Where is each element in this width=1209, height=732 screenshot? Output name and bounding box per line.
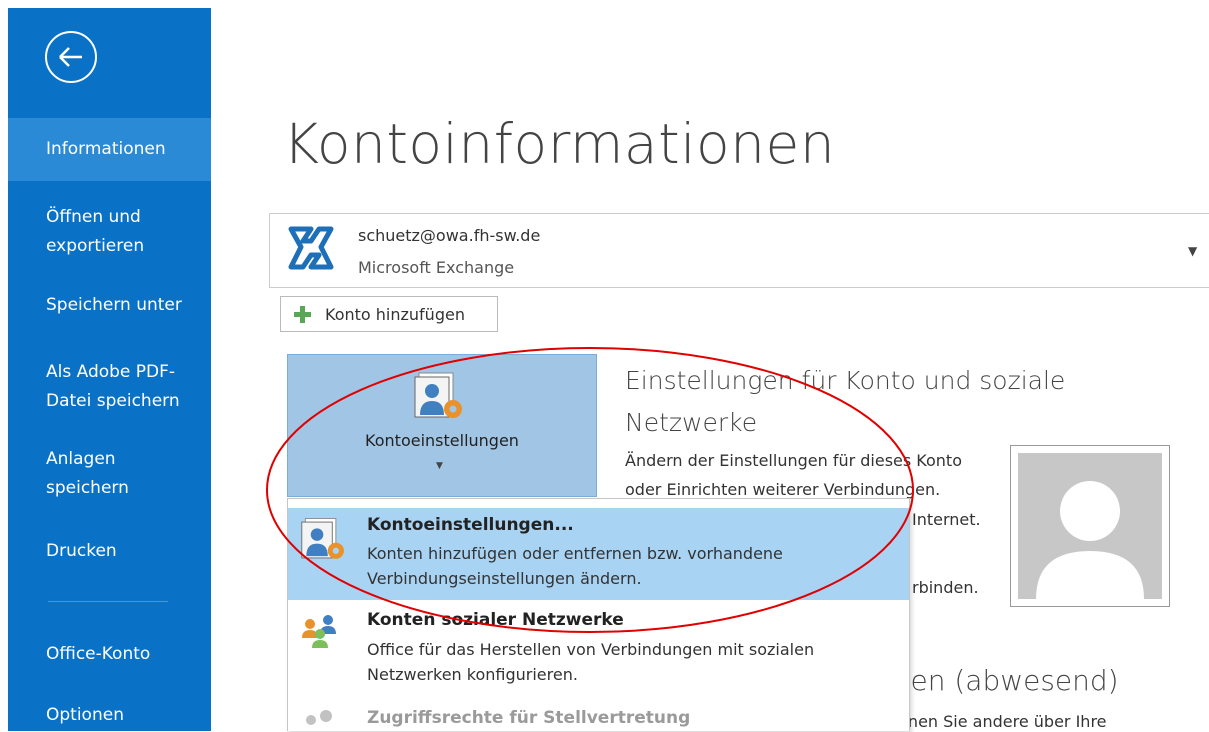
account-settings-menu: Kontoeinstellungen... Konten hinzufügen … xyxy=(287,498,910,731)
chevron-down-icon[interactable]: ▼ xyxy=(1188,244,1197,258)
nav-office-konto[interactable]: Office-Konto xyxy=(8,640,211,669)
section-description: Ändern der Einstellungen für dieses Kont… xyxy=(625,451,962,499)
back-button[interactable] xyxy=(45,31,97,83)
account-settings-button[interactable]: Kontoeinstellungen ▼ xyxy=(287,354,597,497)
nav-label: Informationen xyxy=(46,139,166,159)
nav-divider xyxy=(48,601,168,602)
account-settings-icon xyxy=(414,372,462,418)
menu-item-title: Zugriffsrechte für Stellvertretung xyxy=(367,708,691,728)
section-title: Einstellungen für Konto und soziale Netz… xyxy=(625,366,1066,437)
menu-item-account-settings[interactable]: Kontoeinstellungen... Konten hinzufügen … xyxy=(288,508,909,600)
account-email: schuetz@owa.fh-sw.de xyxy=(358,226,541,245)
account-settings-icon xyxy=(301,518,344,559)
account-selector[interactable]: schuetz@owa.fh-sw.de Microsoft Exchange … xyxy=(269,213,1209,288)
delegate-icon xyxy=(306,710,332,725)
social-network-icon xyxy=(302,615,336,648)
nav-label: Öffnen und exportieren xyxy=(46,207,145,256)
nav-label: Office-Konto xyxy=(46,644,151,664)
menu-item-title: Kontoeinstellungen... xyxy=(367,515,574,535)
account-settings-label: Kontoeinstellungen xyxy=(365,431,519,450)
nav-label: Optionen xyxy=(46,705,124,725)
menu-item-description: Konten hinzufügen oder entfernen bzw. vo… xyxy=(367,544,783,588)
add-account-label: Konto hinzufügen xyxy=(325,305,465,324)
plus-icon xyxy=(294,306,311,323)
nav-label: Speichern unter xyxy=(46,295,182,315)
nav-optionen[interactable]: Optionen xyxy=(8,701,211,730)
chevron-down-icon: ▼ xyxy=(436,461,443,471)
nav-drucken[interactable]: Drucken xyxy=(8,537,211,566)
nav-label: Anlagen speichern xyxy=(46,449,129,498)
page-title: Kontoinformationen xyxy=(283,112,836,176)
nav-speichern-unter[interactable]: Speichern unter xyxy=(8,291,211,320)
account-type: Microsoft Exchange xyxy=(358,258,515,277)
menu-item-title: Konten sozialer Netzwerke xyxy=(367,610,624,630)
back-arrow-icon xyxy=(59,47,82,67)
menu-item-social-networks[interactable]: Konten sozialer Netzwerke Office für das… xyxy=(288,602,909,694)
background-text-fragment: rbinden. xyxy=(912,578,979,597)
nav-informationen[interactable]: Informationen xyxy=(8,118,211,181)
menu-item-delegate-access[interactable]: Zugriffsrechte für Stellvertretung xyxy=(288,696,909,732)
nav-oeffnen-exportieren[interactable]: Öffnen und exportieren xyxy=(8,203,198,261)
nav-adobe-pdf[interactable]: Als Adobe PDF-Datei speichern xyxy=(8,358,198,416)
exchange-icon xyxy=(288,226,334,270)
person-silhouette-icon xyxy=(1018,453,1162,599)
out-of-office-description: önnen Sie andere über Ihre xyxy=(888,712,1107,731)
backstage-sidebar: Informationen Öffnen und exportieren Spe… xyxy=(8,8,211,731)
nav-anlagen-speichern[interactable]: Anlagen speichern xyxy=(8,445,168,503)
nav-label: Als Adobe PDF-Datei speichern xyxy=(46,362,180,411)
menu-item-description: Office für das Herstellen von Verbindung… xyxy=(367,640,815,684)
nav-label: Drucken xyxy=(46,541,117,561)
out-of-office-title: rten (abwesend) xyxy=(888,664,1119,697)
add-account-button[interactable]: Konto hinzufügen xyxy=(280,296,498,332)
background-text-fragment: Internet. xyxy=(912,510,981,529)
profile-photo[interactable] xyxy=(1010,445,1170,607)
